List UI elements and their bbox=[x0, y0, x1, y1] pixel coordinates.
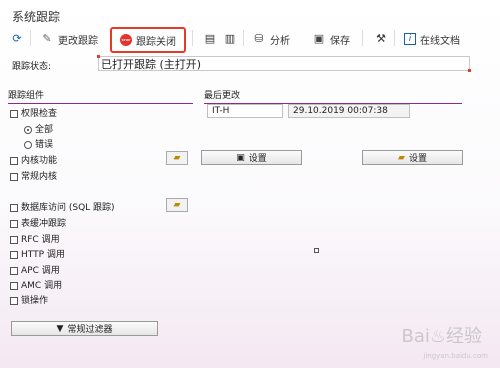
trace-off-label: 跟踪关闭 bbox=[136, 36, 176, 48]
status-label: 跟踪状态: bbox=[12, 62, 52, 72]
checkbox[interactable] bbox=[10, 296, 18, 305]
checkbox-sql-trace[interactable]: 数据库访问 (SQL 跟踪) bbox=[10, 200, 115, 213]
last-change-datetime: 29.10.2019 00:07:38 bbox=[288, 104, 410, 118]
toolbar-separator bbox=[243, 30, 244, 46]
toolbar-separator bbox=[192, 30, 193, 46]
list-export-button[interactable]: ▤ bbox=[203, 30, 217, 48]
table-buffer-label: 表缓冲跟踪 bbox=[21, 219, 67, 229]
checkbox-table-buffer[interactable]: 表缓冲跟踪 bbox=[10, 216, 66, 229]
info-icon: i bbox=[404, 33, 416, 45]
radio-errors[interactable]: 错误 bbox=[24, 137, 53, 150]
checkbox[interactable] bbox=[10, 156, 18, 165]
components-title: 跟踪组件 bbox=[8, 88, 193, 104]
rfc-label: RFC 调用 bbox=[21, 235, 60, 245]
change-trace-label: 更改跟踪 bbox=[58, 35, 98, 47]
refresh-icon: ⟳ bbox=[12, 32, 22, 45]
http-label: HTTP 调用 bbox=[21, 250, 65, 260]
toolbar-separator bbox=[394, 30, 395, 46]
filter-icon: ▼ bbox=[56, 323, 64, 334]
cursor-marker bbox=[314, 248, 319, 253]
apc-label: APC 调用 bbox=[21, 266, 60, 276]
status-field: 已打开跟踪 (主打开) bbox=[97, 55, 471, 72]
watermark-url: jingyan.baidu.com bbox=[423, 352, 488, 360]
analyze-icon: ⛁ bbox=[254, 32, 264, 45]
watermark: Bai♨经验 bbox=[401, 326, 482, 347]
checkbox-amc[interactable]: AMC 调用 bbox=[10, 278, 62, 291]
kernel-details-button[interactable]: ▰ bbox=[166, 151, 188, 165]
checkbox[interactable] bbox=[10, 219, 18, 228]
tools-icon: ⚒ bbox=[376, 32, 386, 45]
settings-label-1: 设置 bbox=[248, 154, 267, 164]
checkbox[interactable] bbox=[10, 281, 18, 290]
radio-all[interactable]: 全部 bbox=[24, 122, 53, 135]
folder-open-icon: ▰ bbox=[398, 152, 405, 163]
radio-button[interactable] bbox=[24, 140, 32, 149]
online-docs-button[interactable]: i 在线文档 bbox=[404, 30, 460, 48]
checkbox-http[interactable]: HTTP 调用 bbox=[10, 247, 65, 260]
settings-button-1[interactable]: ▣ 设置 bbox=[201, 150, 302, 165]
change-trace-button[interactable]: ✎ 更改跟踪 bbox=[40, 30, 98, 48]
radio-all-label: 全部 bbox=[35, 125, 54, 135]
radio-button[interactable] bbox=[24, 125, 32, 134]
list-icon: ▥ bbox=[224, 32, 236, 45]
general-filter-label: 常规过滤器 bbox=[67, 325, 113, 335]
lock-ops-label: 锁操作 bbox=[21, 296, 49, 306]
list-export-icon: ▤ bbox=[204, 32, 216, 45]
page-title: 系统跟踪 bbox=[12, 10, 61, 24]
checkbox[interactable] bbox=[10, 266, 18, 275]
tools-button[interactable]: ⚒ bbox=[374, 30, 388, 48]
checkbox-general-kernel[interactable]: 常规内核 bbox=[10, 169, 57, 182]
refresh-button[interactable]: ⟳ bbox=[10, 30, 24, 48]
toolbar-separator bbox=[362, 30, 363, 46]
general-kernel-label: 常规内核 bbox=[21, 172, 58, 182]
save-label: 保存 bbox=[330, 35, 350, 47]
settings-button-2[interactable]: ▰ 设置 bbox=[362, 150, 463, 165]
list-button[interactable]: ▥ bbox=[223, 30, 237, 48]
save-button[interactable]: ▣ 保存 bbox=[312, 30, 350, 48]
sql-trace-label: 数据库访问 (SQL 跟踪) bbox=[21, 203, 115, 213]
save-icon: ▣ bbox=[236, 152, 245, 163]
radio-errors-label: 错误 bbox=[35, 140, 54, 150]
sql-details-button[interactable]: ▰ bbox=[166, 198, 188, 212]
last-change-title: 最后更改 bbox=[204, 88, 462, 104]
checkbox-kernel-functions[interactable]: 内核功能 bbox=[10, 153, 57, 166]
general-filter-button[interactable]: ▼ 常规过滤器 bbox=[11, 321, 158, 336]
wand-icon: ✎ bbox=[42, 32, 52, 45]
online-docs-label: 在线文档 bbox=[420, 35, 460, 47]
trace-off-button[interactable]: STOP 跟踪关闭 bbox=[110, 27, 186, 53]
checkbox-auth-check[interactable]: 权限检查 bbox=[10, 106, 57, 119]
checkbox[interactable] bbox=[10, 203, 18, 212]
stop-icon: STOP bbox=[120, 34, 132, 46]
toolbar-separator bbox=[30, 30, 31, 46]
save-icon: ▣ bbox=[313, 32, 325, 45]
analyze-label: 分析 bbox=[270, 35, 290, 47]
checkbox-apc[interactable]: APC 调用 bbox=[10, 263, 60, 276]
checkbox-lock-ops[interactable]: 锁操作 bbox=[10, 293, 48, 306]
checkbox[interactable] bbox=[10, 250, 18, 259]
status-row: 跟踪状态: 已打开跟踪 (主打开) bbox=[10, 55, 471, 74]
folder-arrow-icon: ▰ bbox=[173, 200, 181, 210]
last-change-user: IT-H bbox=[207, 104, 283, 118]
checkbox[interactable] bbox=[10, 235, 18, 244]
checkbox[interactable] bbox=[10, 109, 18, 118]
checkbox-rfc[interactable]: RFC 调用 bbox=[10, 232, 60, 245]
kernel-functions-label: 内核功能 bbox=[21, 156, 58, 166]
folder-arrow-icon: ▰ bbox=[173, 153, 181, 163]
checkbox[interactable] bbox=[10, 172, 18, 181]
toolbar: ⟳ ✎ 更改跟踪 STOP 跟踪关闭 ▤ ▥ ⛁ 分析 ▣ 保存 ⚒ i 在线文… bbox=[0, 26, 500, 53]
analyze-button[interactable]: ⛁ 分析 bbox=[252, 30, 290, 48]
auth-check-label: 权限检查 bbox=[21, 109, 58, 119]
amc-label: AMC 调用 bbox=[21, 281, 63, 291]
settings-label-2: 设置 bbox=[408, 154, 427, 164]
